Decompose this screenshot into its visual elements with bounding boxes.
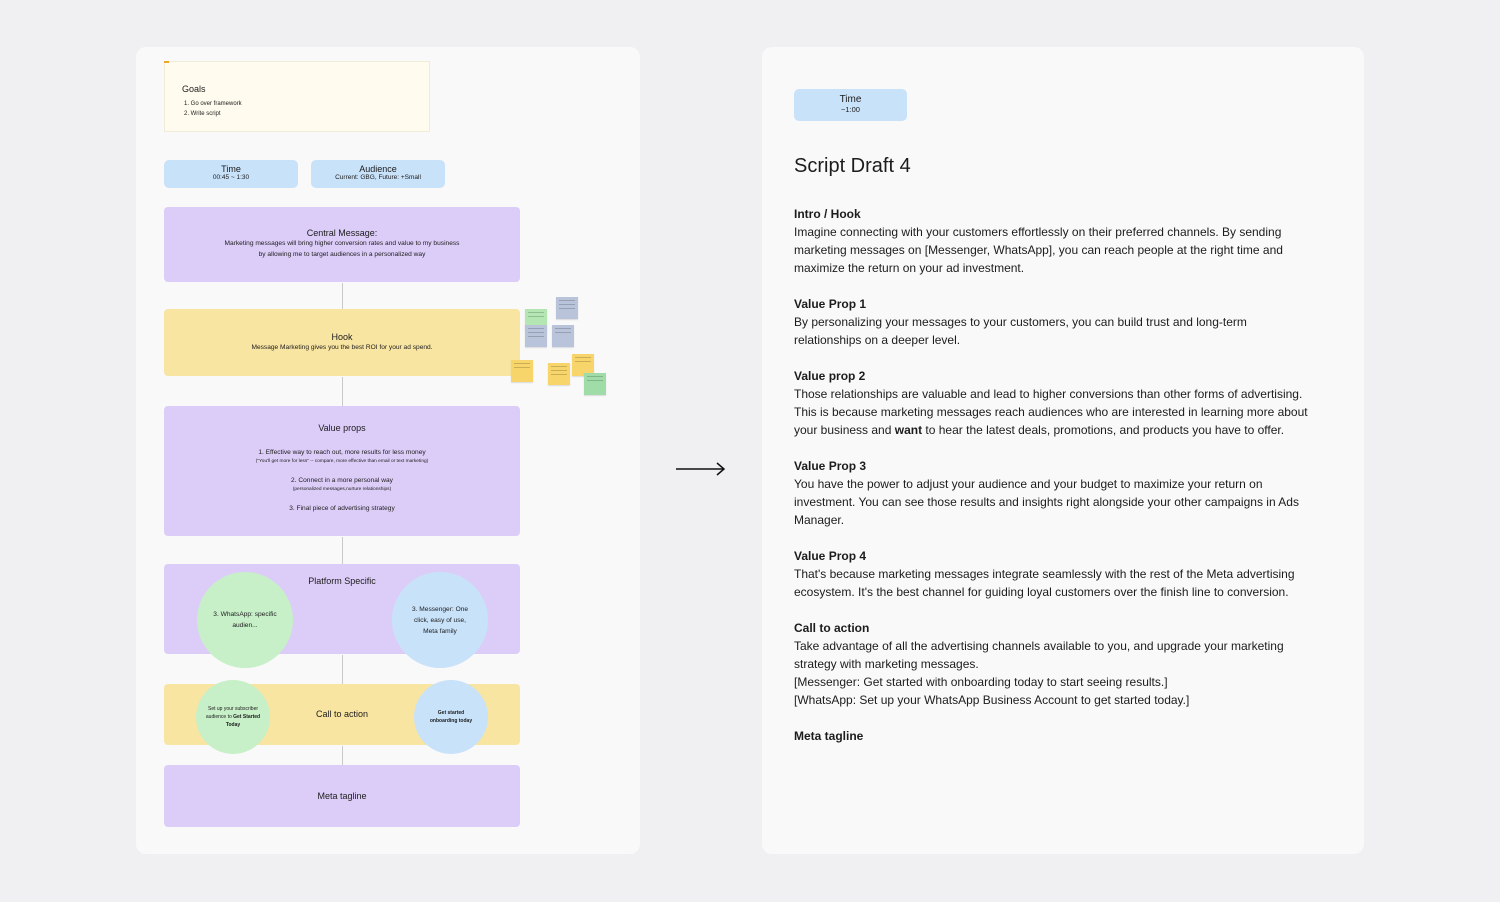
document-title: Script Draft 4 [794, 155, 911, 177]
meta-tagline-title: Meta tagline [317, 791, 367, 801]
messenger-text: 3. Messenger: One click, easy of use, Me… [411, 605, 469, 635]
section-text: That's because marketing messages integr… [794, 567, 1295, 599]
section-text: [WhatsApp: Set up your WhatsApp Business… [794, 693, 1190, 707]
hook-title: Hook [331, 332, 353, 342]
sticky-note[interactable] [552, 325, 574, 347]
central-message-box[interactable]: Central Message: Marketing messages will… [164, 207, 520, 282]
time-chip-value: ~1:00 [841, 105, 860, 114]
section-call-to-action: Call to action Take advantage of all the… [794, 619, 1314, 709]
cta-whatsapp-text: Set up your subscriber audience to Get S… [205, 706, 261, 728]
note-marker [164, 61, 169, 63]
section-heading: Value Prop 4 [794, 549, 867, 563]
section-text: By personalizing your messages to your c… [794, 315, 1247, 347]
section-value-prop-3: Value Prop 3 You have the power to adjus… [794, 457, 1314, 529]
section-heading: Intro / Hook [794, 207, 861, 221]
value-prop-item: 2. Connect in a more personal way [291, 477, 393, 484]
goals-note[interactable]: Goals 1. Go over framework 2. Write scri… [164, 61, 430, 132]
hook-text: Message Marketing gives you the best ROI… [251, 344, 433, 351]
connector-line [342, 746, 343, 765]
value-prop-note: ("You'll get more for less" -- compare, … [255, 459, 429, 464]
section-value-prop-4: Value Prop 4 That's because marketing me… [794, 547, 1314, 601]
arrow-right-icon [676, 462, 726, 476]
value-prop-item: 3. Final piece of advertising strategy [289, 505, 395, 512]
value-props-title: Value props [318, 423, 366, 433]
goals-title: Goals [182, 84, 206, 94]
time-chip[interactable]: Time 00:45 ~ 1:30 [164, 160, 298, 188]
whatsapp-circle[interactable]: 3. WhatsApp: specific audien... [197, 572, 293, 668]
script-document: Time ~1:00 Script Draft 4 Intro / Hook I… [762, 47, 1364, 854]
section-heading: Value Prop 3 [794, 459, 867, 473]
central-message-line: by allowing me to target audiences in a … [258, 251, 426, 258]
time-chip-value: 00:45 ~ 1:30 [212, 174, 250, 181]
section-heading: Value prop 2 [794, 369, 866, 383]
whatsapp-text: 3. WhatsApp: specific audien... [213, 611, 277, 629]
cta-messenger-circle[interactable]: Get started onboarding today [414, 680, 488, 754]
section-text: Imagine connecting with your customers e… [794, 225, 1283, 275]
connector-line [342, 283, 343, 309]
time-chip[interactable]: Time ~1:00 [794, 89, 907, 121]
connector-line [342, 655, 343, 684]
section-value-prop-1: Value Prop 1 By personalizing your messa… [794, 295, 1314, 349]
value-prop-note: (personalized messages,nurture relations… [292, 487, 392, 492]
time-chip-label: Time [221, 164, 241, 174]
section-meta-tagline: Meta tagline [794, 727, 1314, 745]
time-chip-label: Time [839, 94, 862, 105]
meta-tagline-box[interactable]: Meta tagline [164, 765, 520, 827]
framework-board: Goals 1. Go over framework 2. Write scri… [136, 47, 640, 854]
sticky-note[interactable] [556, 297, 578, 319]
cta-messenger-text: Get started onboarding today [429, 710, 473, 724]
document-body: Intro / Hook Imagine connecting with you… [794, 205, 1314, 763]
section-heading: Value Prop 1 [794, 297, 867, 311]
goals-item: 1. Go over framework [184, 101, 242, 107]
sticky-note[interactable] [584, 373, 606, 395]
section-text: Those relationships are valuable and lea… [794, 387, 1308, 437]
section-heading: Meta tagline [794, 729, 864, 743]
section-text: [Messenger: Get started with onboarding … [794, 675, 1168, 689]
sticky-note[interactable] [525, 325, 547, 347]
sticky-note[interactable] [511, 360, 533, 382]
cta-whatsapp-circle[interactable]: Set up your subscriber audience to Get S… [196, 680, 270, 754]
section-text: Take advantage of all the advertising ch… [794, 639, 1284, 671]
section-text: You have the power to adjust your audien… [794, 477, 1299, 527]
goals-item: 2. Write script [184, 110, 221, 117]
sticky-note[interactable] [548, 363, 570, 385]
section-intro: Intro / Hook Imagine connecting with you… [794, 205, 1314, 277]
audience-chip-label: Audience [359, 164, 397, 174]
hook-box[interactable]: Hook Message Marketing gives you the bes… [164, 309, 520, 376]
section-value-prop-2: Value prop 2 Those relationships are val… [794, 367, 1314, 439]
messenger-circle[interactable]: 3. Messenger: One click, easy of use, Me… [392, 572, 488, 668]
central-message-title: Central Message: [306, 228, 378, 238]
section-heading: Call to action [794, 621, 870, 635]
value-props-box[interactable]: Value props 1. Effective way to reach ou… [164, 406, 520, 536]
audience-chip[interactable]: Audience Current: GBG, Future: +Small [311, 160, 445, 188]
audience-chip-value: Current: GBG, Future: +Small [335, 174, 421, 181]
connector-line [342, 377, 343, 406]
connector-line [342, 537, 343, 564]
value-prop-item: 1. Effective way to reach out, more resu… [258, 449, 426, 456]
central-message-line: Marketing messages will bring higher con… [224, 240, 460, 247]
